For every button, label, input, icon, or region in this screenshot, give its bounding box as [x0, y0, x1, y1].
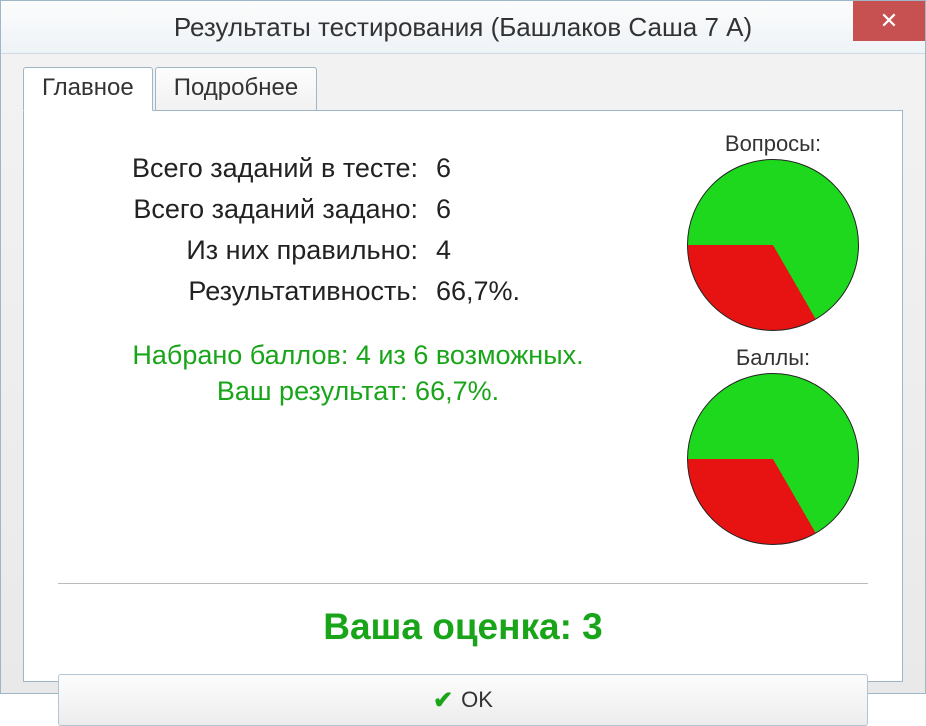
stat-total-value: 6	[436, 153, 451, 184]
grade: Ваша оценка: 3	[48, 606, 878, 648]
pie-questions	[687, 159, 859, 331]
score-line1: Набрано баллов: 4 из 6 возможных.	[48, 337, 668, 373]
chart-questions-title: Вопросы:	[668, 131, 878, 157]
window: Результаты тестирования (Башлаков Саша 7…	[0, 0, 926, 694]
stat-perf: Результативность: 66,7%.	[48, 276, 668, 307]
stat-asked: Всего заданий задано: 6	[48, 194, 668, 225]
close-button[interactable]: ✕	[853, 1, 925, 41]
titlebar: Результаты тестирования (Башлаков Саша 7…	[1, 1, 925, 54]
tab-main[interactable]: Главное	[23, 67, 153, 111]
score-line2: Ваш результат: 66,7%.	[48, 373, 668, 409]
stat-perf-label: Результативность:	[48, 276, 436, 307]
check-icon: ✔	[433, 686, 453, 715]
pie-points	[687, 373, 859, 545]
content-row: Всего заданий в тесте: 6 Всего заданий з…	[48, 131, 878, 559]
stat-total: Всего заданий в тесте: 6	[48, 153, 668, 184]
chart-points-title: Баллы:	[668, 345, 878, 371]
score-block: Набрано баллов: 4 из 6 возможных. Ваш ре…	[48, 337, 668, 410]
divider	[58, 583, 868, 584]
stat-asked-value: 6	[436, 194, 451, 225]
ok-button[interactable]: ✔ OK	[58, 674, 868, 726]
stats: Всего заданий в тесте: 6 Всего заданий з…	[48, 131, 668, 559]
panel-main: Всего заданий в тесте: 6 Всего заданий з…	[23, 110, 903, 682]
stat-correct-value: 4	[436, 235, 451, 266]
stat-perf-value: 66,7%.	[436, 276, 520, 307]
close-icon: ✕	[880, 8, 898, 34]
stat-correct: Из них правильно: 4	[48, 235, 668, 266]
tab-details[interactable]: Подробнее	[155, 67, 317, 111]
stat-total-label: Всего заданий в тесте:	[48, 153, 436, 184]
chart-points: Баллы:	[668, 345, 878, 545]
charts: Вопросы: Баллы:	[668, 131, 878, 559]
chart-questions: Вопросы:	[668, 131, 878, 331]
stat-correct-label: Из них правильно:	[48, 235, 436, 266]
tabs: Главное Подробнее	[23, 66, 925, 110]
stat-asked-label: Всего заданий задано:	[48, 194, 436, 225]
ok-label: OK	[461, 687, 493, 713]
window-title: Результаты тестирования (Башлаков Саша 7…	[174, 12, 752, 43]
